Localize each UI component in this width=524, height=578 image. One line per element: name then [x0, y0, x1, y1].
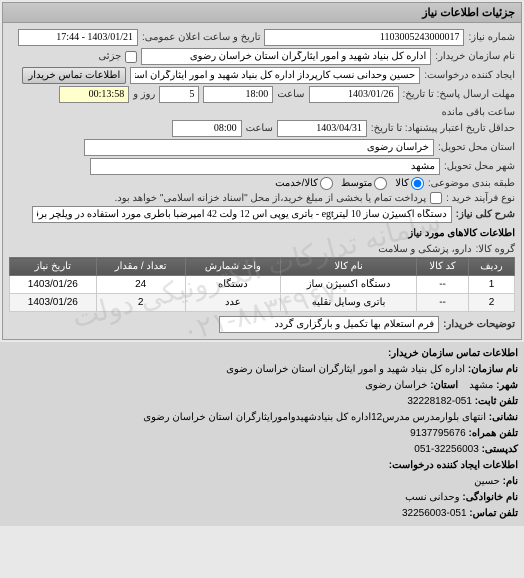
remaining-label: ساعت باقی مانده — [442, 107, 515, 118]
validity-time-input[interactable] — [172, 120, 242, 137]
group-label: گروه کالا: — [476, 244, 515, 255]
buyer-note-value: فرم استعلام بها تکمیل و بارگزاری گردد — [219, 316, 439, 333]
validity-time-label: ساعت — [246, 123, 273, 134]
requester-input[interactable] — [130, 67, 420, 84]
desc-input[interactable] — [32, 206, 452, 223]
th-2: نام کالا — [281, 258, 417, 276]
deadline-label: مهلت ارسال پاسخ: تا تاریخ: — [403, 89, 515, 100]
desc-label: شرح کلی نیاز: — [456, 209, 515, 220]
radio-medium[interactable] — [374, 177, 387, 190]
table-row: 2 -- باتری وسایل نقلیه عدد 2 1403/01/26 — [10, 294, 515, 312]
city-label: شهر محل تحویل: — [444, 161, 515, 172]
th-5: تاریخ نیاز — [10, 258, 97, 276]
th-1: کد کالا — [417, 258, 469, 276]
table-row: 1 -- دستگاه اکسیژن ساز دستگاه 24 1403/01… — [10, 276, 515, 294]
days-input[interactable] — [159, 86, 199, 103]
contact-section: اطلاعات تماس سازمان خریدار: نام سازمان: … — [0, 342, 524, 526]
radio-kala[interactable] — [411, 177, 424, 190]
contact-title1: اطلاعات تماس سازمان خریدار: — [6, 346, 518, 362]
city-input[interactable] — [90, 158, 440, 175]
process-label: نوع فرآیند خرید : — [446, 193, 515, 204]
days-label: روز و — [133, 89, 155, 100]
partial-checkbox[interactable] — [125, 51, 137, 63]
items-table: ردیف کد کالا نام کالا واحد شمارش تعداد /… — [9, 257, 515, 312]
items-section-label: اطلاعات کالاهای مورد نیاز — [9, 225, 515, 242]
deadline-date-input[interactable] — [309, 86, 399, 103]
validity-date-input[interactable] — [277, 120, 367, 137]
th-0: ردیف — [468, 258, 514, 276]
panel-title: جزئیات اطلاعات نیاز — [3, 3, 521, 23]
province-label: استان محل تحویل: — [438, 142, 515, 153]
process-checkbox[interactable] — [430, 192, 442, 204]
req-number-input[interactable] — [264, 29, 464, 46]
buyer-label: نام سازمان خریدار: — [435, 51, 515, 62]
contact-button[interactable]: اطلاعات تماس خریدار — [22, 67, 126, 84]
announce-input[interactable] — [18, 29, 138, 46]
validity-label: حداقل تاریخ اعتبار پیشنهاد: تا تاریخ: — [371, 123, 515, 134]
province-input[interactable] — [84, 139, 434, 156]
remaining-input — [59, 86, 129, 103]
group-value: دارو، پزشکی و سلامت — [378, 244, 471, 255]
buyer-input[interactable] — [141, 48, 431, 65]
th-3: واحد شمارش — [185, 258, 280, 276]
priority-label: طبقه بندی موضوعی: — [428, 178, 515, 189]
announce-label: تاریخ و ساعت اعلان عمومی: — [142, 32, 261, 43]
requester-label: ایجاد کننده درخواست: — [424, 70, 515, 81]
radio-service[interactable] — [320, 177, 333, 190]
th-4: تعداد / مقدار — [96, 258, 185, 276]
contact-title2: اطلاعات ایجاد کننده درخواست: — [6, 458, 518, 474]
deadline-time-label: ساعت — [277, 89, 304, 100]
process-value: پرداخت تمام یا بخشی از مبلغ خرید،از محل … — [9, 193, 426, 204]
priority-radio-group: کالا متوسط کالا/خدمت — [275, 177, 424, 190]
partial-label: جزئی — [98, 51, 121, 62]
buyer-note-label: توضیحات خریدار: — [443, 319, 515, 330]
deadline-time-input[interactable] — [203, 86, 273, 103]
req-number-label: شماره نیاز: — [468, 32, 515, 43]
